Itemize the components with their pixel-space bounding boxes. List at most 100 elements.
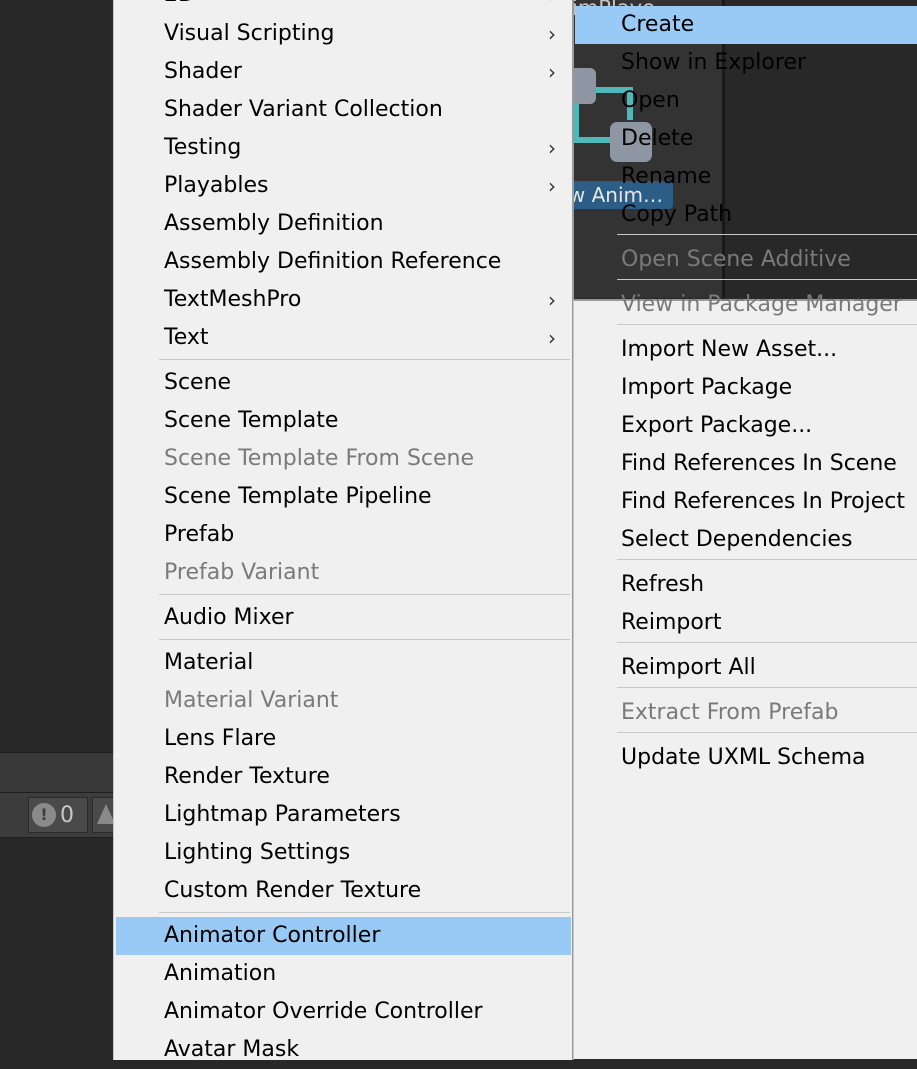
menu-item-copy-path[interactable]: Copy Path bbox=[574, 196, 917, 234]
menu-item-label: Show in Explorer bbox=[621, 50, 807, 75]
menu-item-visual-scripting[interactable]: Visual Scripting › bbox=[114, 15, 570, 53]
menu-item-assembly-definition-reference[interactable]: Assembly Definition Reference bbox=[114, 243, 570, 281]
console-error-count: 0 bbox=[60, 802, 74, 828]
menu-item-shader[interactable]: Shader › bbox=[114, 53, 570, 91]
chevron-right-icon: › bbox=[548, 288, 556, 312]
menu-separator bbox=[617, 234, 917, 235]
menu-item-label: Testing bbox=[164, 135, 242, 160]
menu-separator bbox=[617, 642, 917, 643]
menu-item-label: Open bbox=[621, 88, 680, 113]
menu-separator bbox=[159, 639, 570, 640]
menu-item-export-package[interactable]: Export Package... bbox=[574, 407, 917, 445]
menu-item-label: Shader Variant Collection bbox=[164, 97, 443, 122]
menu-item-select-dependencies[interactable]: Select Dependencies bbox=[574, 521, 917, 559]
menu-item-refresh[interactable]: Refresh bbox=[574, 566, 917, 604]
menu-item-prefab[interactable]: Prefab bbox=[114, 516, 570, 554]
create-submenu: 2D › Visual Scripting › Shader › Shader Varian… bbox=[113, 0, 574, 1062]
menu-item-label: Delete bbox=[621, 126, 694, 151]
menu-item-label: Animator Override Controller bbox=[164, 999, 483, 1024]
project-context-menu: Create Show in Explorer Open Delete Rename Co… bbox=[573, 6, 917, 1059]
menu-item-material[interactable]: Material bbox=[114, 644, 570, 682]
menu-item-audio-mixer[interactable]: Audio Mixer bbox=[114, 599, 570, 637]
menu-item-render-texture[interactable]: Render Texture bbox=[114, 758, 570, 796]
menu-item-label: Animation bbox=[164, 961, 277, 986]
menu-item-label: Rename bbox=[621, 164, 712, 189]
menu-item-import-new-asset[interactable]: Import New Asset... bbox=[574, 331, 917, 369]
menu-item-avatar-mask[interactable]: Avatar Mask bbox=[114, 1031, 570, 1069]
menu-item-lighting-settings[interactable]: Lighting Settings bbox=[114, 834, 570, 872]
menu-item-playables[interactable]: Playables › bbox=[114, 167, 570, 205]
menu-item-label: Scene Template Pipeline bbox=[164, 484, 432, 509]
menu-item-find-references-in-project[interactable]: Find References In Project bbox=[574, 483, 917, 521]
menu-item-label: Find References In Scene bbox=[621, 451, 897, 476]
menu-item-label: Scene Template bbox=[164, 408, 339, 433]
menu-item-label: Import Package bbox=[621, 375, 793, 400]
menu-item-delete[interactable]: Delete bbox=[574, 120, 917, 158]
menu-item-lens-flare[interactable]: Lens Flare bbox=[114, 720, 570, 758]
menu-separator bbox=[617, 279, 917, 280]
menu-item-create[interactable]: Create bbox=[575, 6, 917, 44]
menu-item-label: Open Scene Additive bbox=[621, 247, 851, 272]
menu-item-label: Lighting Settings bbox=[164, 840, 351, 865]
menu-item-import-package[interactable]: Import Package bbox=[574, 369, 917, 407]
menu-item-label: Lens Flare bbox=[164, 726, 277, 751]
menu-item-open[interactable]: Open bbox=[574, 82, 917, 120]
menu-item-scene-template[interactable]: Scene Template bbox=[114, 402, 570, 440]
menu-separator bbox=[617, 687, 917, 688]
menu-item-label: Audio Mixer bbox=[164, 605, 294, 630]
chevron-right-icon: › bbox=[548, 0, 556, 14]
menu-item-label: Lightmap Parameters bbox=[164, 802, 401, 827]
menu-item-label: Text bbox=[164, 325, 209, 350]
chevron-right-icon: › bbox=[548, 326, 556, 350]
menu-item-label: Create bbox=[621, 12, 695, 37]
scene-panel bbox=[0, 0, 114, 1047]
menu-item-custom-render-texture[interactable]: Custom Render Texture bbox=[114, 872, 570, 910]
menu-item-label: Avatar Mask bbox=[164, 1037, 300, 1062]
menu-item-label: Refresh bbox=[621, 572, 705, 597]
menu-item-label: Reimport bbox=[621, 610, 722, 635]
menu-item-label: Assembly Definition bbox=[164, 211, 384, 236]
menu-item-scene-template-pipeline[interactable]: Scene Template Pipeline bbox=[114, 478, 570, 516]
menu-item-testing[interactable]: Testing › bbox=[114, 129, 570, 167]
menu-item-reimport-all[interactable]: Reimport All bbox=[574, 649, 917, 687]
menu-item-reimport[interactable]: Reimport bbox=[574, 604, 917, 642]
menu-item-label: Visual Scripting bbox=[164, 21, 335, 46]
menu-item-label: Prefab Variant bbox=[164, 560, 320, 585]
chevron-right-icon: › bbox=[548, 174, 556, 198]
menu-item-label: Import New Asset... bbox=[621, 337, 838, 362]
menu-item-label: Find References In Project bbox=[621, 489, 906, 514]
chevron-right-icon: › bbox=[548, 136, 556, 160]
menu-item-rename[interactable]: Rename bbox=[574, 158, 917, 196]
menu-item-lightmap-parameters[interactable]: Lightmap Parameters bbox=[114, 796, 570, 834]
menu-item-scene[interactable]: Scene bbox=[114, 364, 570, 402]
menu-separator bbox=[617, 732, 917, 733]
menu-item-label: Update UXML Schema bbox=[621, 745, 866, 770]
menu-item-label: Assembly Definition Reference bbox=[164, 249, 502, 274]
menu-item-animation[interactable]: Animation bbox=[114, 955, 570, 993]
menu-item-label: TextMeshPro bbox=[164, 287, 302, 312]
menu-item-2d[interactable]: 2D › bbox=[114, 0, 570, 14]
menu-item-show-in-explorer[interactable]: Show in Explorer bbox=[574, 44, 917, 82]
menu-item-animator-controller[interactable]: Animator Controller bbox=[116, 917, 571, 955]
menu-item-animator-override-controller[interactable]: Animator Override Controller bbox=[114, 993, 570, 1031]
menu-item-label: Animator Controller bbox=[164, 923, 381, 948]
menu-item-label: View in Package Manager bbox=[621, 292, 902, 317]
menu-item-label: Extract From Prefab bbox=[621, 700, 839, 725]
menu-item-label: 2D bbox=[164, 0, 195, 7]
console-error-toggle[interactable]: ! 0 bbox=[28, 797, 88, 833]
menu-separator bbox=[159, 359, 570, 360]
menu-item-label: Material bbox=[164, 650, 254, 675]
menu-item-label: Render Texture bbox=[164, 764, 330, 789]
menu-item-textmeshpro[interactable]: TextMeshPro › bbox=[114, 281, 570, 319]
menu-item-label: Copy Path bbox=[621, 202, 733, 227]
menu-separator bbox=[617, 324, 917, 325]
menu-item-update-uxml-schema[interactable]: Update UXML Schema bbox=[574, 739, 917, 777]
menu-item-find-references-in-scene[interactable]: Find References In Scene bbox=[574, 445, 917, 483]
error-icon: ! bbox=[32, 803, 56, 827]
menu-item-label: Prefab bbox=[164, 522, 235, 547]
menu-item-label: Shader bbox=[164, 59, 242, 84]
menu-item-label: Scene bbox=[164, 370, 232, 395]
menu-item-text[interactable]: Text › bbox=[114, 319, 570, 357]
menu-item-assembly-definition[interactable]: Assembly Definition bbox=[114, 205, 570, 243]
menu-item-shader-variant-collection[interactable]: Shader Variant Collection bbox=[114, 91, 570, 129]
